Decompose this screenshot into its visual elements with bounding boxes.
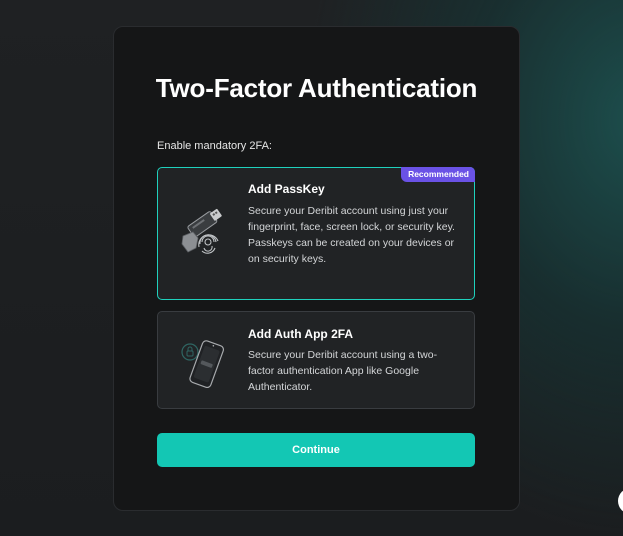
passkey-option-description: Secure your Deribit account using just y… <box>248 205 455 265</box>
modal-subtitle: Enable mandatory 2FA: <box>157 140 272 152</box>
auth-app-option-card[interactable]: Add Auth App 2FA Secure your Deribit acc… <box>157 311 475 409</box>
two-factor-modal: Two-Factor Authentication Enable mandato… <box>113 26 520 511</box>
modal-title: Two-Factor Authentication <box>155 73 478 103</box>
auth-app-option-description: Secure your Deribit account using a two-… <box>248 349 438 393</box>
passkey-option-card[interactable]: Recommended Add PassKey Secure your Deri… <box>157 167 475 300</box>
continue-button[interactable]: Continue <box>157 433 475 467</box>
passkey-option-title: Add PassKey <box>248 182 325 196</box>
recommended-badge: Recommended <box>401 167 475 182</box>
chat-widget-icon[interactable] <box>618 488 623 514</box>
phone-auth-icon <box>181 340 225 389</box>
auth-app-option-title: Add Auth App 2FA <box>248 327 354 341</box>
passkey-icon <box>181 208 222 254</box>
